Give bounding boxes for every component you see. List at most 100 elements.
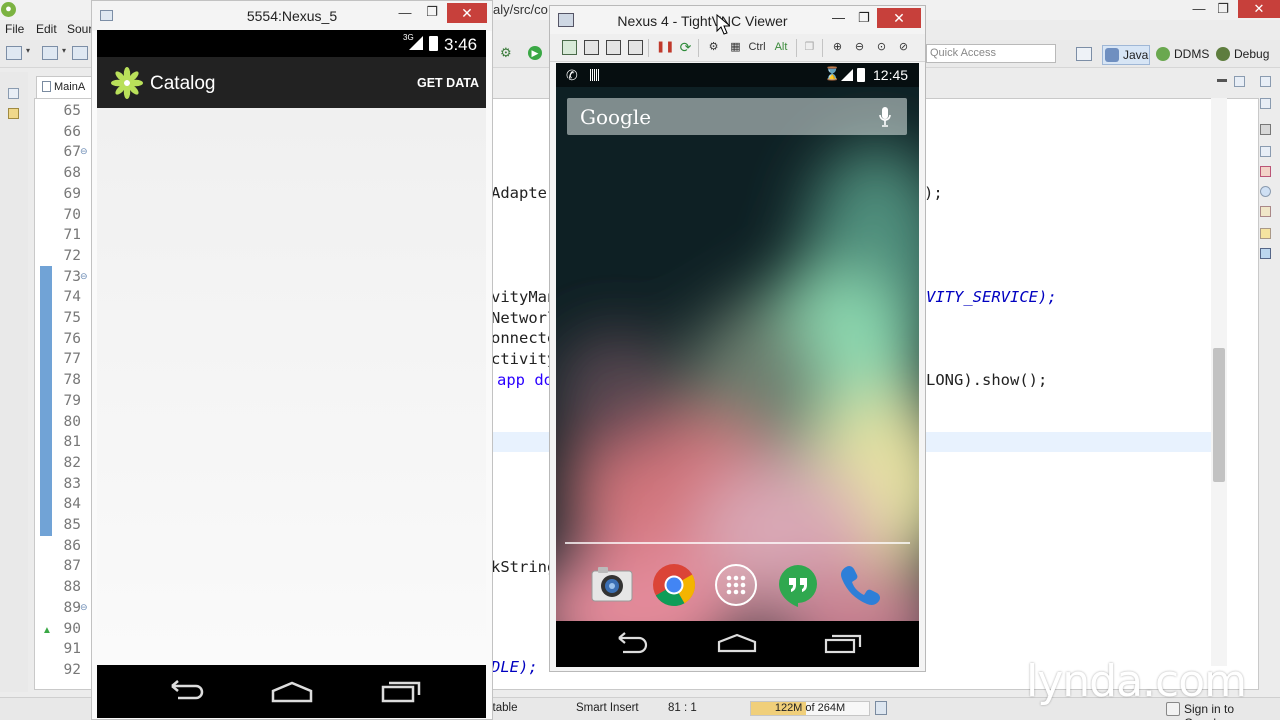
- phone-app-icon[interactable]: [838, 563, 882, 607]
- refresh-icon[interactable]: ⟳: [678, 40, 693, 55]
- new-icon[interactable]: [6, 46, 22, 60]
- phone-back-icon[interactable]: [609, 631, 653, 657]
- options-icon[interactable]: [628, 40, 643, 55]
- phone-signal-icon: [841, 69, 853, 81]
- emulator-titlebar: 5554:Nexus_5 — ❐ ✕: [92, 1, 492, 31]
- minimized-view-icon[interactable]: [1260, 124, 1271, 135]
- line-number: 66: [63, 123, 81, 140]
- outline-view-icon[interactable]: [1260, 98, 1271, 109]
- line-number: 70: [63, 206, 81, 223]
- save-icon[interactable]: [72, 46, 88, 60]
- quick-access-input[interactable]: Quick Access: [926, 44, 1056, 63]
- phone-recent-apps-icon[interactable]: [822, 631, 866, 657]
- run-icon[interactable]: ▶: [528, 46, 542, 60]
- emulator-maximize-button[interactable]: ❐: [417, 3, 447, 21]
- restore-icon[interactable]: [1260, 76, 1271, 87]
- wifi-icon: ⌛: [824, 66, 841, 81]
- vnc-close-button[interactable]: ✕: [877, 8, 921, 28]
- garbage-collect-icon[interactable]: [875, 701, 887, 715]
- ide-title-path: aly/src/co: [493, 2, 548, 17]
- emulator-close-button[interactable]: ✕: [447, 3, 487, 23]
- heap-status-label: 122M of 264M: [774, 702, 846, 714]
- save-session-icon[interactable]: [584, 40, 599, 55]
- phone-home-icon[interactable]: [715, 631, 759, 657]
- emulator-screen[interactable]: 3G 3:46 Catalog GET DATA: [97, 30, 486, 718]
- console-view-icon[interactable]: [1260, 248, 1271, 259]
- problems-view-icon[interactable]: [1260, 166, 1271, 177]
- editor-tab-mainactivity[interactable]: MainA: [36, 76, 96, 98]
- restore-panel-icon[interactable]: [1260, 146, 1271, 157]
- open-icon[interactable]: [42, 46, 58, 60]
- menu-file[interactable]: File: [5, 22, 24, 36]
- restore-view-icon[interactable]: [8, 88, 19, 99]
- missed-call-icon: ✆: [566, 67, 578, 83]
- line-number: 89: [63, 599, 81, 616]
- remote-phone-screen[interactable]: ✆ ⌛ 12:45 Google: [556, 63, 919, 667]
- left-trim-stack: [0, 72, 28, 692]
- vnc-minimize-button[interactable]: —: [832, 10, 845, 25]
- chrome-app-icon[interactable]: [652, 563, 696, 607]
- fold-toggle-icon[interactable]: ⊖: [80, 271, 88, 282]
- line-number: 86: [63, 537, 81, 554]
- menu-edit[interactable]: Edit: [36, 22, 57, 36]
- toolbar-separator: [698, 39, 699, 57]
- zoom-out-icon[interactable]: ⊖: [852, 40, 867, 55]
- declaration-view-icon[interactable]: [1260, 206, 1271, 217]
- package-explorer-icon[interactable]: [8, 108, 19, 119]
- line-number: 69: [63, 185, 81, 202]
- apps-launcher-icon[interactable]: [714, 563, 758, 607]
- recent-apps-icon[interactable]: [379, 679, 423, 705]
- perspective-debug[interactable]: Debug: [1214, 45, 1278, 65]
- code-fragment: DLE);: [491, 658, 538, 676]
- zoom-fit-icon[interactable]: ⊘: [896, 40, 911, 55]
- vnc-maximize-button[interactable]: ❐: [858, 10, 870, 26]
- phone-navigation-bar: [556, 621, 919, 667]
- editor-scroll-thumb[interactable]: [1213, 348, 1225, 482]
- zoom-100-icon[interactable]: ⊙: [874, 40, 889, 55]
- maximize-editor-icon[interactable]: [1234, 76, 1245, 87]
- code-fragment: vityMan: [491, 288, 557, 306]
- app-content-area[interactable]: [97, 108, 486, 665]
- debug-perspective-icon: [1216, 47, 1230, 61]
- ide-menubar: File Edit Sour: [0, 20, 100, 38]
- code-fragment: );: [924, 184, 943, 202]
- alt-key-button[interactable]: Alt: [770, 40, 792, 55]
- code-fragment: LONG).show();: [926, 370, 1047, 390]
- microphone-icon[interactable]: [879, 106, 891, 128]
- fold-toggle-icon[interactable]: ⊖: [80, 146, 88, 157]
- get-data-action-button[interactable]: GET DATA: [417, 76, 479, 90]
- ide-maximize-button[interactable]: ❐: [1208, 0, 1238, 18]
- phone-status-bar: ✆ ⌛ 12:45: [556, 63, 919, 87]
- camera-app-icon[interactable]: [590, 563, 634, 607]
- ide-close-button[interactable]: ✕: [1238, 0, 1280, 18]
- code-fragment: ctivity: [491, 350, 557, 368]
- new-dropdown-icon[interactable]: ▾: [26, 46, 42, 60]
- minimize-editor-icon[interactable]: [1217, 79, 1227, 82]
- javadoc-view-icon[interactable]: [1260, 186, 1271, 197]
- status-writable: itable: [490, 702, 518, 714]
- debug-icon[interactable]: ⚙: [500, 45, 516, 60]
- code-fragment: app do: [497, 371, 553, 389]
- home-icon[interactable]: [270, 679, 314, 705]
- hangouts-app-icon[interactable]: [776, 563, 820, 607]
- fold-toggle-icon[interactable]: ⊖: [80, 602, 88, 613]
- perspective-java[interactable]: Java: [1102, 45, 1150, 65]
- vnc-titlebar: Nexus 4 - TightVNC Viewer — ❐ ✕: [550, 6, 925, 34]
- heap-status: 122M of 264M: [750, 701, 870, 716]
- task-list-icon[interactable]: [1260, 228, 1271, 239]
- menu-source[interactable]: Sour: [67, 22, 92, 36]
- open-perspective-icon[interactable]: [1076, 47, 1092, 61]
- new-connection-icon[interactable]: [562, 40, 577, 55]
- ctrl-key-button[interactable]: Ctrl: [744, 40, 770, 55]
- google-search-bar[interactable]: Google: [567, 98, 907, 135]
- back-icon[interactable]: [162, 679, 206, 705]
- ctrl-esc-icon[interactable]: ▦: [728, 40, 743, 55]
- emulator-minimize-button[interactable]: —: [390, 4, 420, 22]
- clipboard-icon[interactable]: [606, 40, 621, 55]
- pause-icon[interactable]: ❚❚: [656, 40, 674, 55]
- vnc-toolbar: ❚❚ ⟳ ⚙ ▦ Ctrl Alt ❐ ⊕ ⊖ ⊙ ⊘: [550, 34, 925, 62]
- zoom-in-icon[interactable]: ⊕: [830, 40, 845, 55]
- transfer-files-icon[interactable]: ❐: [802, 40, 817, 55]
- perspective-ddms[interactable]: DDMS: [1154, 45, 1210, 65]
- ctrl-alt-del-icon[interactable]: ⚙: [706, 40, 721, 55]
